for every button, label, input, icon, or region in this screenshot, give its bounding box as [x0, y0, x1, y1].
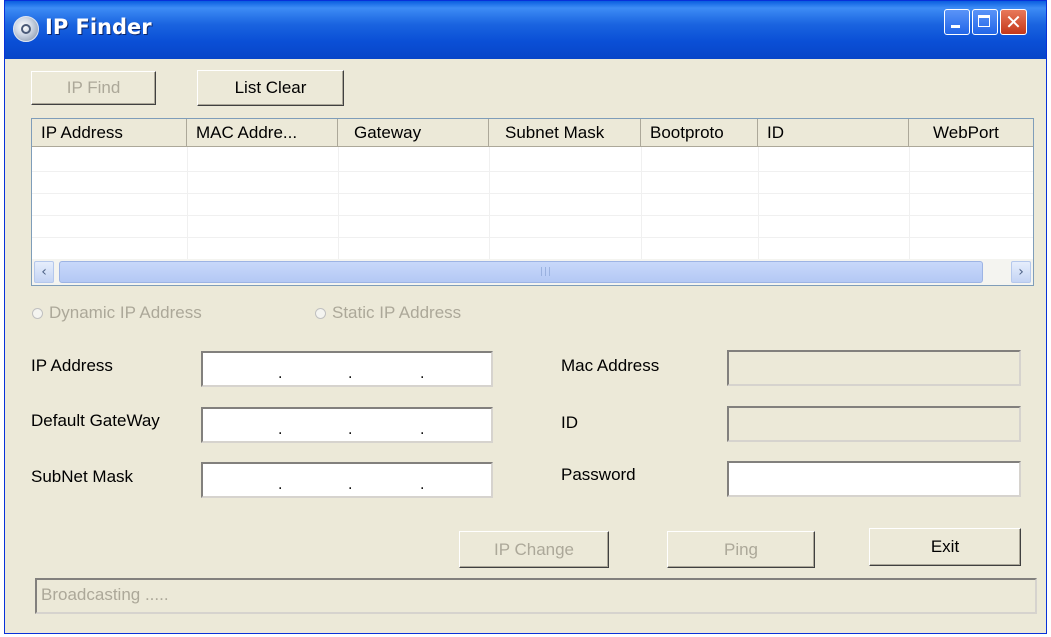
ip-address-field[interactable]: . . .: [201, 351, 493, 387]
row-gridline: [32, 193, 1033, 194]
chevron-right-icon: ›: [1018, 264, 1024, 280]
radio-circle-icon: [315, 308, 326, 320]
ip-finder-window: IP Finder ✕ IP Find List Clear IP Addres…: [4, 0, 1047, 634]
scroll-right-button[interactable]: ›: [1011, 261, 1031, 283]
ip-find-button[interactable]: IP Find: [31, 71, 156, 105]
list-clear-button[interactable]: List Clear: [197, 70, 344, 106]
mac-address-label: Mac Address: [561, 356, 660, 375]
ip-octet-dot: .: [278, 422, 283, 438]
default-gateway-field[interactable]: . . .: [201, 407, 493, 443]
exit-button[interactable]: Exit: [869, 528, 1021, 566]
ip-octet-dot: .: [420, 422, 425, 438]
status-bar: Broadcasting .....: [35, 578, 1037, 614]
row-gridline: [32, 215, 1033, 216]
password-field[interactable]: [727, 461, 1021, 497]
column-mac-address[interactable]: MAC Addre...: [187, 119, 338, 147]
ip-octet-dot: .: [420, 366, 425, 382]
app-globe-icon[interactable]: [13, 16, 39, 42]
ip-octet-dot: .: [348, 366, 353, 382]
ip-change-button[interactable]: IP Change: [459, 531, 609, 568]
password-label: Password: [561, 465, 636, 484]
column-id[interactable]: ID: [758, 119, 909, 147]
column-gateway[interactable]: Gateway: [338, 119, 489, 147]
ip-address-label: IP Address: [31, 356, 113, 375]
close-button[interactable]: ✕: [1000, 9, 1027, 35]
column-subnet-mask[interactable]: Subnet Mask: [489, 119, 641, 147]
close-icon: ✕: [1005, 10, 1022, 34]
subnet-mask-label: SubNet Mask: [31, 467, 134, 486]
horizontal-scrollbar[interactable]: ‹ ||| ›: [32, 259, 1033, 285]
static-ip-radio[interactable]: Static IP Address: [315, 303, 461, 323]
list-header: IP Address MAC Addre... Gateway Subnet M…: [32, 119, 1033, 147]
column-gridline: [489, 147, 490, 259]
column-gridline: [641, 147, 642, 259]
ip-octet-dot: .: [420, 477, 425, 493]
ping-button[interactable]: Ping: [667, 531, 815, 568]
maximize-button[interactable]: [972, 9, 998, 35]
id-label: ID: [561, 413, 578, 432]
dynamic-ip-radio[interactable]: Dynamic IP Address: [32, 303, 202, 323]
column-gridline: [187, 147, 188, 259]
ip-octet-dot: .: [278, 477, 283, 493]
scroll-grip-icon: |||: [540, 267, 553, 277]
mac-address-field[interactable]: [727, 350, 1021, 386]
window-title: IP Finder: [45, 15, 152, 39]
default-gateway-label: Default GateWay: [31, 411, 160, 430]
column-gridline: [909, 147, 910, 259]
radio-circle-icon: [32, 308, 43, 320]
minimize-button[interactable]: [944, 9, 970, 35]
column-bootproto[interactable]: Bootproto: [641, 119, 758, 147]
scroll-left-button[interactable]: ‹: [34, 261, 54, 283]
ip-octet-dot: .: [278, 366, 283, 382]
column-webport[interactable]: WebPort: [909, 119, 1033, 147]
row-gridline: [32, 237, 1033, 238]
ip-octet-dot: .: [348, 477, 353, 493]
chevron-left-icon: ‹: [41, 264, 47, 280]
dynamic-ip-label: Dynamic IP Address: [49, 303, 202, 322]
device-list[interactable]: IP Address MAC Addre... Gateway Subnet M…: [31, 118, 1034, 286]
column-gridline: [758, 147, 759, 259]
column-gridline: [338, 147, 339, 259]
scroll-thumb[interactable]: |||: [59, 261, 983, 283]
static-ip-label: Static IP Address: [332, 303, 462, 322]
ip-octet-dot: .: [348, 422, 353, 438]
id-field[interactable]: [727, 406, 1021, 442]
title-bar[interactable]: IP Finder ✕: [5, 1, 1046, 59]
row-gridline: [32, 171, 1033, 172]
subnet-mask-field[interactable]: . . .: [201, 462, 493, 498]
column-ip-address[interactable]: IP Address: [32, 119, 187, 147]
